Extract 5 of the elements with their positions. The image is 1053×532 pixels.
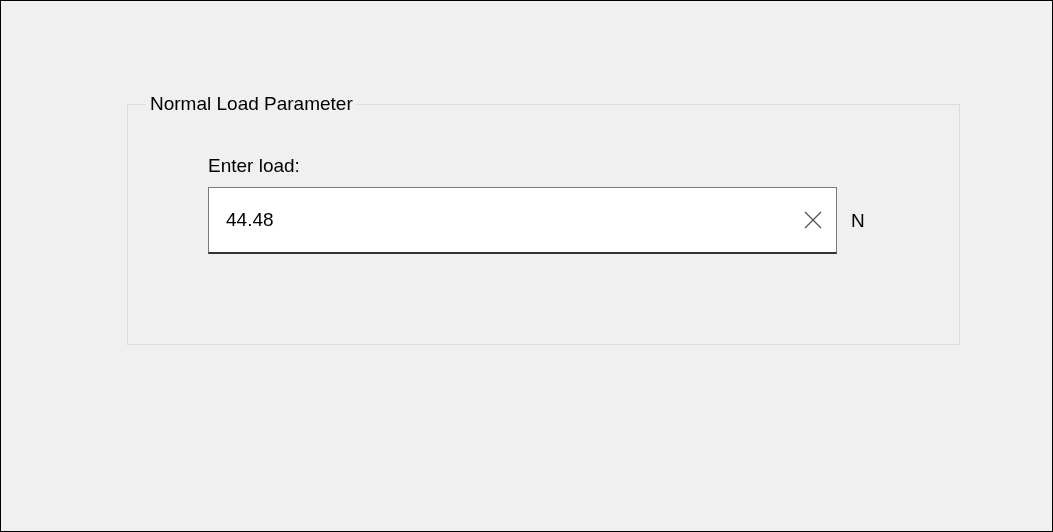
field-label: Enter load:	[208, 155, 300, 177]
load-input-field[interactable]: 44.48	[208, 187, 837, 254]
clear-icon[interactable]	[803, 210, 823, 230]
group-title: Normal Load Parameter	[149, 93, 354, 115]
unit-label: N	[851, 209, 865, 232]
